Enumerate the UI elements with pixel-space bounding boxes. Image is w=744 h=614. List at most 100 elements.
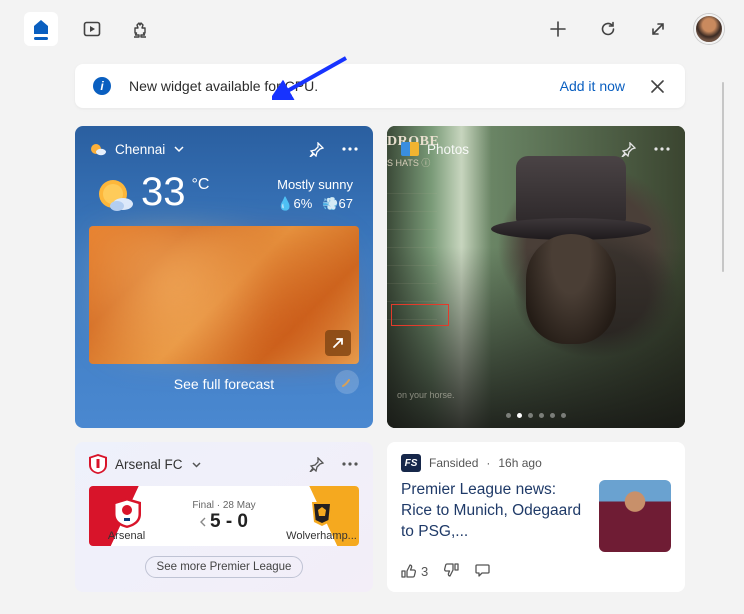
user-avatar[interactable] <box>694 14 724 44</box>
add-it-now-link[interactable]: Add it now <box>560 78 625 94</box>
weather-location: Chennai <box>115 142 165 157</box>
home-team: Arsenal <box>89 486 164 546</box>
sports-team-name: Arsenal FC <box>115 457 183 472</box>
weather-details: Mostly sunny 💧6% 💨67 <box>277 177 353 212</box>
photo-subject <box>467 156 675 388</box>
topbar-left-group <box>24 12 154 46</box>
sports-more-button[interactable] <box>341 455 359 473</box>
dislike-button[interactable] <box>444 562 459 580</box>
beard-shape <box>526 234 616 344</box>
sports-pin-button[interactable] <box>307 455 325 473</box>
home-team-name: Arsenal <box>108 530 145 542</box>
score-center: Final · 28 May 5 - 0 <box>164 486 284 546</box>
weather-brand-icon <box>89 140 107 158</box>
play-icon <box>83 20 101 38</box>
widgets-content: i New widget available for CPU. Add it n… <box>0 54 744 614</box>
weather-widget[interactable]: Chennai 33 °C <box>75 126 373 428</box>
close-icon <box>651 80 664 93</box>
chevron-down-icon <box>173 143 185 155</box>
topbar-right-group <box>544 14 724 44</box>
temperature-unit: °C <box>192 176 210 194</box>
photo-selection-box <box>391 304 449 326</box>
more-icon <box>342 147 358 151</box>
home-crest-icon <box>113 498 141 528</box>
weather-header-actions <box>307 140 359 158</box>
photos-header-actions <box>619 140 671 158</box>
weather-condition: Mostly sunny <box>277 177 353 192</box>
photos-label: Photos <box>427 142 469 157</box>
more-icon <box>342 462 358 466</box>
expand-arrow-icon <box>331 336 345 350</box>
pin-icon <box>621 142 636 157</box>
play-tab[interactable] <box>126 15 154 43</box>
photos-title-group[interactable]: Photos <box>387 142 469 157</box>
plus-icon <box>550 21 566 37</box>
humidity-stat: 💧6% <box>277 196 312 212</box>
top-bar <box>0 0 744 54</box>
photos-pagination[interactable] <box>506 413 566 418</box>
pin-icon <box>309 142 324 157</box>
sports-widget[interactable]: Arsenal FC Arsenal <box>75 442 373 592</box>
chess-icon <box>130 19 150 39</box>
news-body: Premier League news: Rice to Munich, Ode… <box>401 480 671 552</box>
hat-shape <box>491 156 651 246</box>
chevron-left-icon <box>200 517 207 527</box>
weather-header: Chennai <box>89 140 359 158</box>
sports-header-actions <box>307 455 359 473</box>
like-button[interactable]: 3 <box>401 564 428 579</box>
news-time: 16h ago <box>498 456 541 470</box>
weather-map[interactable] <box>89 226 359 364</box>
weather-location-picker[interactable]: Chennai <box>89 140 185 158</box>
match-result[interactable]: Arsenal Final · 28 May 5 - 0 Wolverhamp.… <box>89 486 359 546</box>
thumbs-down-icon <box>444 562 459 577</box>
refresh-button[interactable] <box>594 15 622 43</box>
temperature-value: 33 <box>141 172 186 212</box>
photos-widget[interactable]: DROBE S HATS ⓘ on your horse. Photos <box>387 126 685 428</box>
home-active-underline <box>34 37 48 40</box>
match-score: 5 - 0 <box>200 511 248 533</box>
weather-more-button[interactable] <box>341 140 359 158</box>
expand-button[interactable] <box>644 15 672 43</box>
news-thumbnail[interactable] <box>599 480 671 552</box>
weather-pin-button[interactable] <box>307 140 325 158</box>
home-tab[interactable] <box>24 12 58 46</box>
away-crest-icon <box>308 498 336 528</box>
notice-close-button[interactable] <box>647 76 667 96</box>
photos-more-button[interactable] <box>653 140 671 158</box>
edit-button[interactable] <box>335 370 359 394</box>
weather-temp-group: 33 °C <box>95 172 209 216</box>
photos-pin-button[interactable] <box>619 140 637 158</box>
news-source-icon: FS <box>401 454 421 472</box>
chevron-down-icon <box>191 459 202 470</box>
add-widget-button[interactable] <box>544 15 572 43</box>
photo-image: DROBE S HATS ⓘ on your horse. <box>387 126 685 428</box>
watch-tab[interactable] <box>78 15 106 43</box>
home-icon <box>32 19 50 35</box>
cpu-widget-notice: i New widget available for CPU. Add it n… <box>75 64 685 108</box>
match-status: Final · 28 May <box>192 500 255 511</box>
news-title[interactable]: Premier League news: Rice to Munich, Ode… <box>401 480 587 552</box>
news-dot: · <box>486 456 490 470</box>
sports-team-picker[interactable]: Arsenal FC <box>89 454 202 474</box>
sun-cloud-icon <box>95 176 135 216</box>
thumbs-up-icon <box>401 564 416 579</box>
wind-stat: 💨67 <box>322 196 353 212</box>
more-icon <box>654 147 670 151</box>
away-team-name: Wolverhamp... <box>286 530 357 542</box>
news-header: FS Fansided · 16h ago <box>401 454 671 472</box>
arsenal-crest-icon <box>89 454 107 474</box>
news-widget[interactable]: FS Fansided · 16h ago Premier League new… <box>387 442 685 592</box>
see-more-league-button[interactable]: See more Premier League <box>145 556 303 578</box>
comment-icon <box>475 562 490 577</box>
away-team: Wolverhamp... <box>284 486 359 546</box>
map-expand-button[interactable] <box>325 330 351 356</box>
weather-stats: 💧6% 💨67 <box>277 196 353 212</box>
photos-app-icon <box>401 142 419 156</box>
see-full-forecast-link[interactable]: See full forecast <box>174 376 274 392</box>
comment-button[interactable] <box>475 562 490 580</box>
info-icon: i <box>93 77 111 95</box>
refresh-icon <box>600 21 616 37</box>
like-count-value: 3 <box>421 564 428 579</box>
notice-text: New widget available for CPU. <box>129 78 542 94</box>
pin-icon <box>309 457 324 472</box>
